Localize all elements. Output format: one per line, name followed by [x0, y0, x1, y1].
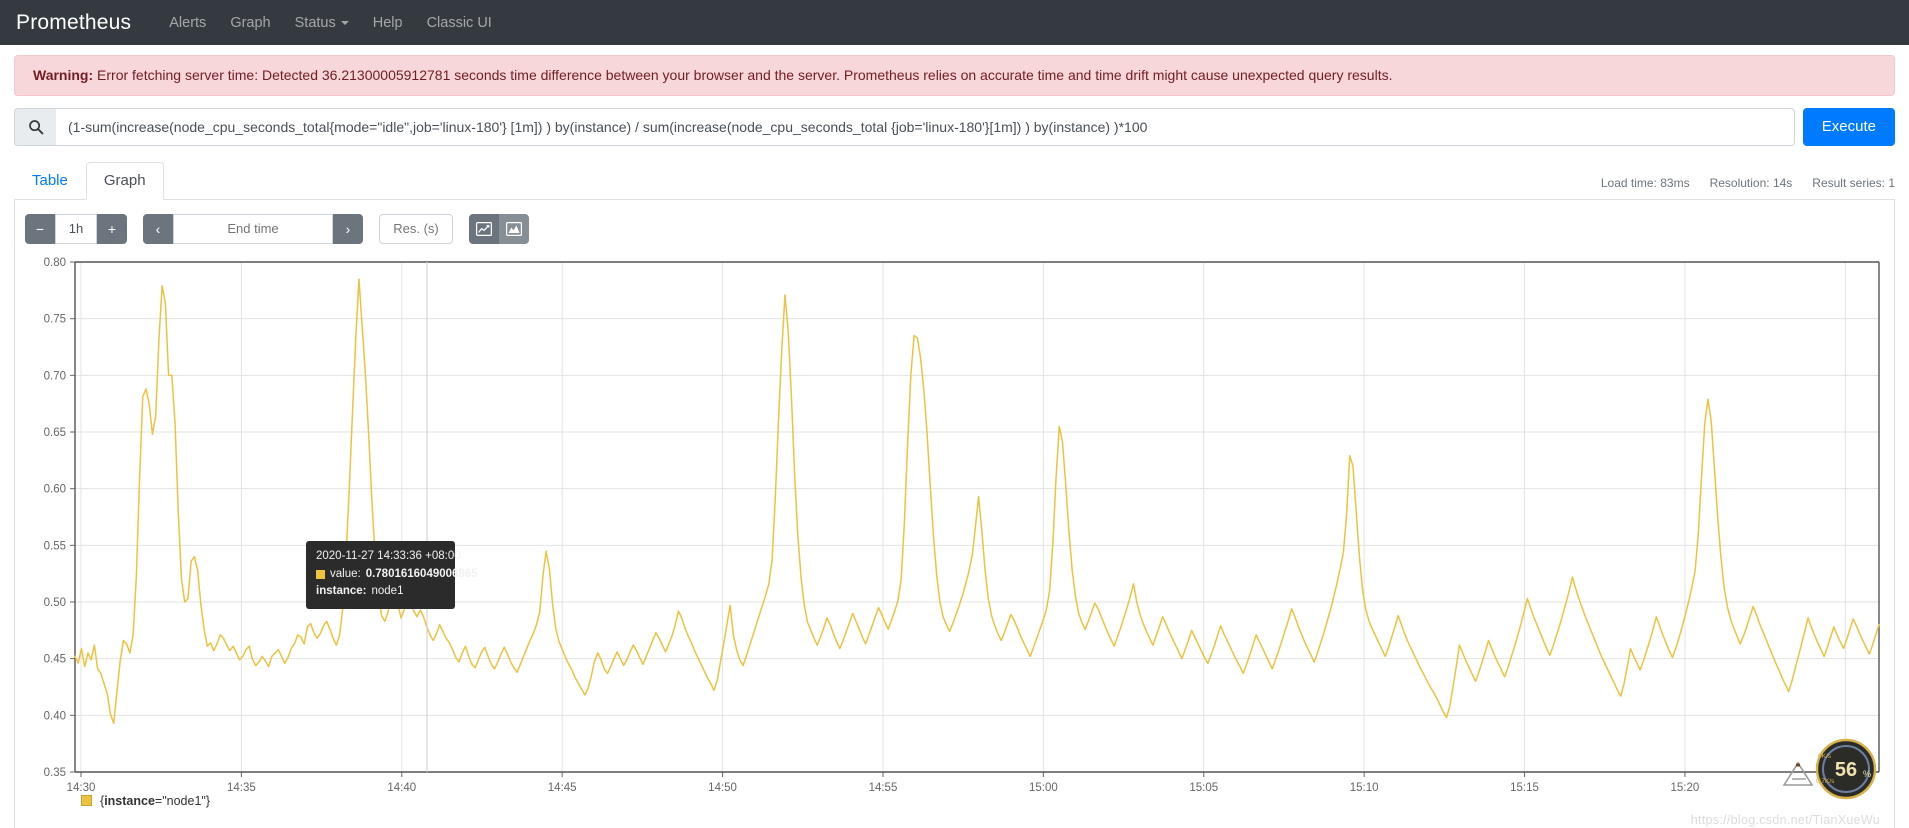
x-tick-label: 15:05 [1189, 782, 1218, 794]
y-tick-label: 0.75 [44, 313, 66, 325]
resolution-stat: Resolution: 14s [1709, 175, 1793, 190]
increase-range-button[interactable]: + [97, 213, 127, 244]
x-tick-label: 15:20 [1671, 782, 1700, 794]
search-icon [14, 107, 56, 146]
nav-item-alerts[interactable]: Alerts [157, 11, 218, 35]
line-chart-icon[interactable] [469, 213, 499, 244]
next-time-button[interactable]: › [333, 213, 363, 244]
x-tick-label: 14:30 [67, 782, 96, 794]
graph-panel: − + ‹ › [14, 199, 1895, 828]
stacked-chart-icon[interactable] [499, 213, 529, 244]
y-tick-label: 0.45 [44, 653, 66, 665]
y-tick-label: 0.70 [44, 370, 66, 382]
nav-item-status-label: Status [294, 14, 336, 31]
chevron-down-icon [340, 20, 349, 25]
y-tick-label: 0.65 [44, 427, 66, 439]
result-series-stat: Result series: 1 [1812, 175, 1895, 190]
result-tabs: Table Graph Load time: 83ms Resolution: … [14, 160, 1895, 200]
legend-label: {instance="node1"} [100, 793, 211, 808]
end-time-input[interactable] [173, 213, 333, 244]
alert-message: Error fetching server time: Detected 36.… [93, 67, 1393, 83]
time-control-group: ‹ › [143, 213, 363, 244]
alert-container: Warning: Error fetching server time: Det… [0, 45, 1909, 96]
y-tick-label: 0.80 [44, 257, 66, 269]
tab-table[interactable]: Table [14, 162, 86, 200]
legend-swatch [81, 795, 92, 807]
execute-button[interactable]: Execute [1802, 107, 1895, 146]
x-tick-label: 14:35 [227, 782, 256, 794]
tab-graph[interactable]: Graph [85, 161, 164, 200]
query-input[interactable] [56, 107, 1795, 146]
query-stats: Load time: 83ms Resolution: 14s Result s… [1601, 176, 1895, 190]
range-input[interactable] [55, 213, 97, 244]
y-tick-label: 0.55 [44, 540, 66, 552]
brand-prometheus[interactable]: Prometheus [16, 11, 131, 35]
nav-item-graph[interactable]: Graph [218, 11, 282, 35]
query-input-group [14, 107, 1795, 146]
x-tick-label: 15:00 [1029, 782, 1058, 794]
previous-time-button[interactable]: ‹ [143, 213, 173, 244]
range-control-group: − + [25, 213, 127, 244]
y-tick-label: 0.50 [44, 597, 66, 609]
timeseries-chart[interactable]: 0.35 0.40 0.45 0.50 0.55 0.60 0.65 0.70 0.75 0.80… [27, 254, 1891, 814]
chart-type-group [469, 213, 529, 244]
decrease-range-button[interactable]: − [25, 213, 55, 244]
nav-item-help[interactable]: Help [361, 11, 415, 35]
x-tick-label: 15:10 [1350, 782, 1379, 794]
resolution-input[interactable] [379, 213, 453, 244]
navbar: Prometheus Alerts Graph Status Help Clas… [0, 0, 1909, 45]
y-tick-label: 0.60 [44, 483, 66, 495]
x-tick-label: 15:25 [1831, 782, 1860, 794]
x-tick-label: 14:55 [869, 782, 898, 794]
series-line [74, 278, 1880, 724]
chart-legend[interactable]: {instance="node1"} [81, 794, 210, 808]
chart-area[interactable]: 0.35 0.40 0.45 0.50 0.55 0.60 0.65 0.70 0.75 0.80… [27, 254, 1882, 814]
x-tick-label: 14:45 [548, 782, 577, 794]
x-tick-label: 15:15 [1510, 782, 1539, 794]
nav-item-status[interactable]: Status [283, 11, 361, 35]
load-time: Load time: 83ms [1600, 175, 1690, 190]
watermark: https://blog.csdn.net/TianXueWu [1690, 812, 1880, 827]
x-tick-label: 14:50 [708, 782, 737, 794]
y-tick-label: 0.40 [44, 710, 66, 722]
nav-item-classic-ui[interactable]: Classic UI [415, 11, 504, 35]
query-bar: Execute [14, 107, 1895, 146]
x-tick-label: 14:40 [387, 782, 416, 794]
warning-alert: Warning: Error fetching server time: Det… [14, 55, 1895, 96]
graph-controls: − + ‹ › [15, 200, 1894, 254]
alert-prefix: Warning: [33, 67, 94, 83]
y-tick-label: 0.35 [44, 767, 66, 779]
